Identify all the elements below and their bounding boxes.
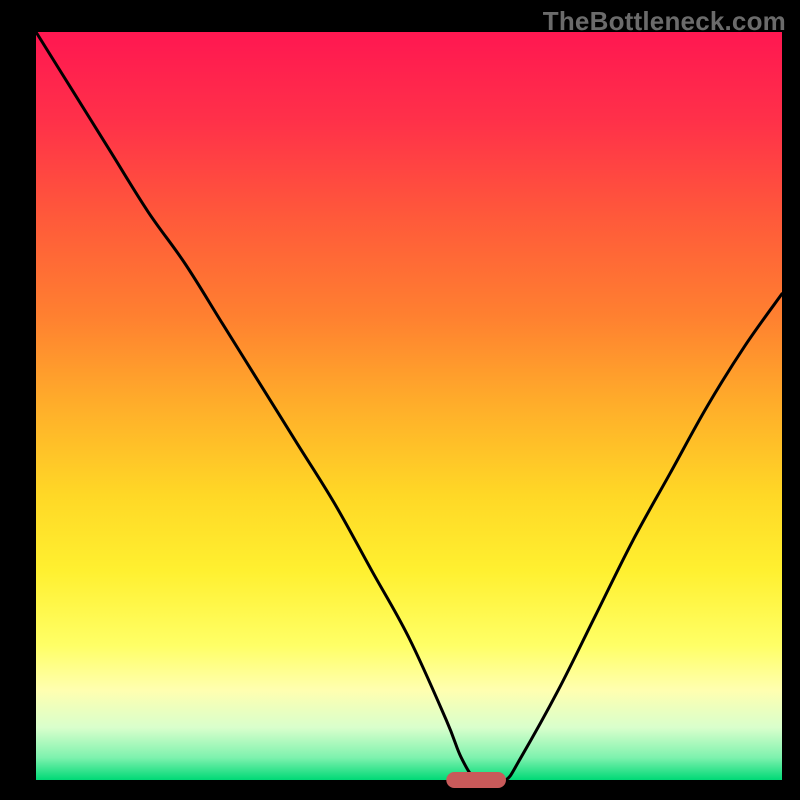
chart-container: TheBottleneck.com (0, 0, 800, 800)
optimal-range-marker (446, 772, 506, 788)
plot-background (36, 32, 782, 780)
watermark-text: TheBottleneck.com (543, 6, 786, 37)
bottleneck-chart (0, 0, 800, 800)
